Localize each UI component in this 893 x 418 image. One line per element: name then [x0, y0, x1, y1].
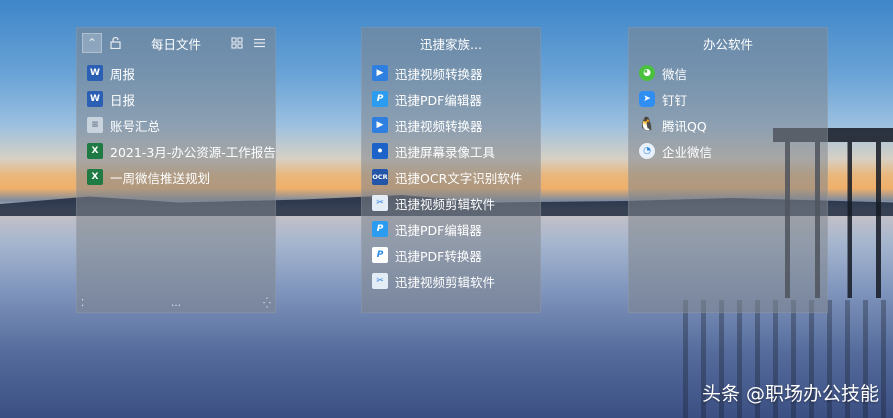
- file-item-daily-report[interactable]: W 日报: [77, 86, 275, 112]
- item-label: 账号汇总: [110, 118, 161, 134]
- app-item-video-converter-2[interactable]: ▶ 迅捷视频转换器: [362, 112, 540, 138]
- xunjie-pdf-editor-icon: P: [372, 91, 388, 107]
- file-item-weekly-report[interactable]: W 周报: [77, 60, 275, 86]
- app-item-wework[interactable]: ◔ 企业微信: [629, 138, 827, 164]
- word-icon: W: [87, 65, 103, 81]
- collapse-icon[interactable]: ⌃: [82, 33, 102, 53]
- file-item-account-summary[interactable]: ≡ 账号汇总: [77, 112, 275, 138]
- item-label: 迅捷OCR文字识别软件: [395, 170, 523, 186]
- item-label: 迅捷PDF编辑器: [395, 222, 482, 238]
- item-label: 2021-3月-办公资源-工作报告: [110, 144, 275, 160]
- xunjie-screen-recorder-icon: ⏺: [372, 143, 388, 159]
- item-label: 迅捷视频转换器: [395, 118, 483, 134]
- grid-view-icon[interactable]: [227, 33, 247, 53]
- xunjie-ocr-icon: OCR: [372, 169, 388, 185]
- dingtalk-icon: ➤: [639, 91, 655, 107]
- fence-title: 每日文件: [150, 36, 201, 52]
- xunjie-video-editor-icon: ✂: [372, 273, 388, 289]
- fence-title-bar[interactable]: 办公软件: [629, 28, 827, 58]
- menu-icon[interactable]: [249, 33, 269, 53]
- unlock-icon[interactable]: [105, 33, 125, 53]
- app-item-ocr[interactable]: OCR 迅捷OCR文字识别软件: [362, 164, 540, 190]
- resize-handle-left[interactable]: ⁚: [81, 299, 84, 309]
- app-item-pdf-editor[interactable]: P 迅捷PDF编辑器: [362, 86, 540, 112]
- app-item-wechat[interactable]: ◕ 微信: [629, 60, 827, 86]
- fence-office-software[interactable]: 办公软件 ◕ 微信 ➤ 钉钉 🐧 腾讯QQ ◔ 企业微信: [628, 27, 828, 313]
- xunjie-video-converter-icon: ▶: [372, 65, 388, 81]
- resize-handle-right[interactable]: ⁛: [263, 299, 271, 309]
- item-label: 迅捷PDF转换器: [395, 248, 482, 264]
- wework-icon: ◔: [639, 143, 655, 159]
- item-label: 迅捷视频转换器: [395, 66, 483, 82]
- fence-item-list: W 周报 W 日报 ≡ 账号汇总 X 2021-3月-办公资源-工作报告 X 一…: [77, 58, 275, 190]
- item-label: 日报: [110, 92, 136, 108]
- fence-item-list: ▶ 迅捷视频转换器 P 迅捷PDF编辑器 ▶ 迅捷视频转换器 ⏺ 迅捷屏幕录像工…: [362, 58, 540, 294]
- xunjie-video-editor-icon: ✂: [372, 195, 388, 211]
- item-label: 一周微信推送规划: [110, 170, 211, 186]
- app-item-qq[interactable]: 🐧 腾讯QQ: [629, 112, 827, 138]
- xunjie-pdf-editor-icon: P: [372, 221, 388, 237]
- fence-item-list: ◕ 微信 ➤ 钉钉 🐧 腾讯QQ ◔ 企业微信: [629, 58, 827, 164]
- resize-handle-bottom[interactable]: …: [171, 299, 181, 309]
- fence-title: 迅捷家族...: [420, 36, 482, 52]
- wechat-icon: ◕: [639, 65, 655, 81]
- item-label: 迅捷视频剪辑软件: [395, 274, 496, 290]
- app-item-screen-recorder[interactable]: ⏺ 迅捷屏幕录像工具: [362, 138, 540, 164]
- item-label: 企业微信: [662, 144, 713, 160]
- item-label: 周报: [110, 66, 136, 82]
- file-item-wechat-push-plan[interactable]: X 一周微信推送规划: [77, 164, 275, 190]
- notepad-icon: ≡: [87, 117, 103, 133]
- qq-penguin-icon: 🐧: [638, 117, 656, 133]
- excel-icon: X: [87, 143, 103, 159]
- item-label: 钉钉: [662, 92, 688, 108]
- file-item-work-report[interactable]: X 2021-3月-办公资源-工作报告: [77, 138, 275, 164]
- fence-resize-bar[interactable]: ⁚ … ⁛: [77, 299, 275, 309]
- item-label: 微信: [662, 66, 688, 82]
- app-item-video-converter[interactable]: ▶ 迅捷视频转换器: [362, 60, 540, 86]
- app-item-dingtalk[interactable]: ➤ 钉钉: [629, 86, 827, 112]
- app-item-pdf-editor-2[interactable]: P 迅捷PDF编辑器: [362, 216, 540, 242]
- app-item-video-editor-2[interactable]: ✂ 迅捷视频剪辑软件: [362, 268, 540, 294]
- fence-xunjie-family[interactable]: 迅捷家族... ▶ 迅捷视频转换器 P 迅捷PDF编辑器 ▶ 迅捷视频转换器 ⏺…: [361, 27, 541, 313]
- app-item-pdf-converter[interactable]: P 迅捷PDF转换器: [362, 242, 540, 268]
- xunjie-pdf-converter-icon: P: [372, 247, 388, 263]
- fence-title-bar[interactable]: 迅捷家族...: [362, 28, 540, 58]
- fence-daily-files[interactable]: ⌃ 每日文件 W 周报 W 日报 ≡ 账号汇总 X 2021-3月-办公资源-工…: [76, 27, 276, 313]
- item-label: 腾讯QQ: [662, 118, 707, 134]
- fence-title: 办公软件: [702, 36, 753, 52]
- excel-icon: X: [87, 169, 103, 185]
- word-icon: W: [87, 91, 103, 107]
- item-label: 迅捷视频剪辑软件: [395, 196, 496, 212]
- fence-title-bar[interactable]: ⌃ 每日文件: [77, 28, 275, 58]
- item-label: 迅捷PDF编辑器: [395, 92, 482, 108]
- item-label: 迅捷屏幕录像工具: [395, 144, 496, 160]
- xunjie-video-converter-icon: ▶: [372, 117, 388, 133]
- app-item-video-editor[interactable]: ✂ 迅捷视频剪辑软件: [362, 190, 540, 216]
- watermark-text: 头条 @职场办公技能: [701, 383, 879, 405]
